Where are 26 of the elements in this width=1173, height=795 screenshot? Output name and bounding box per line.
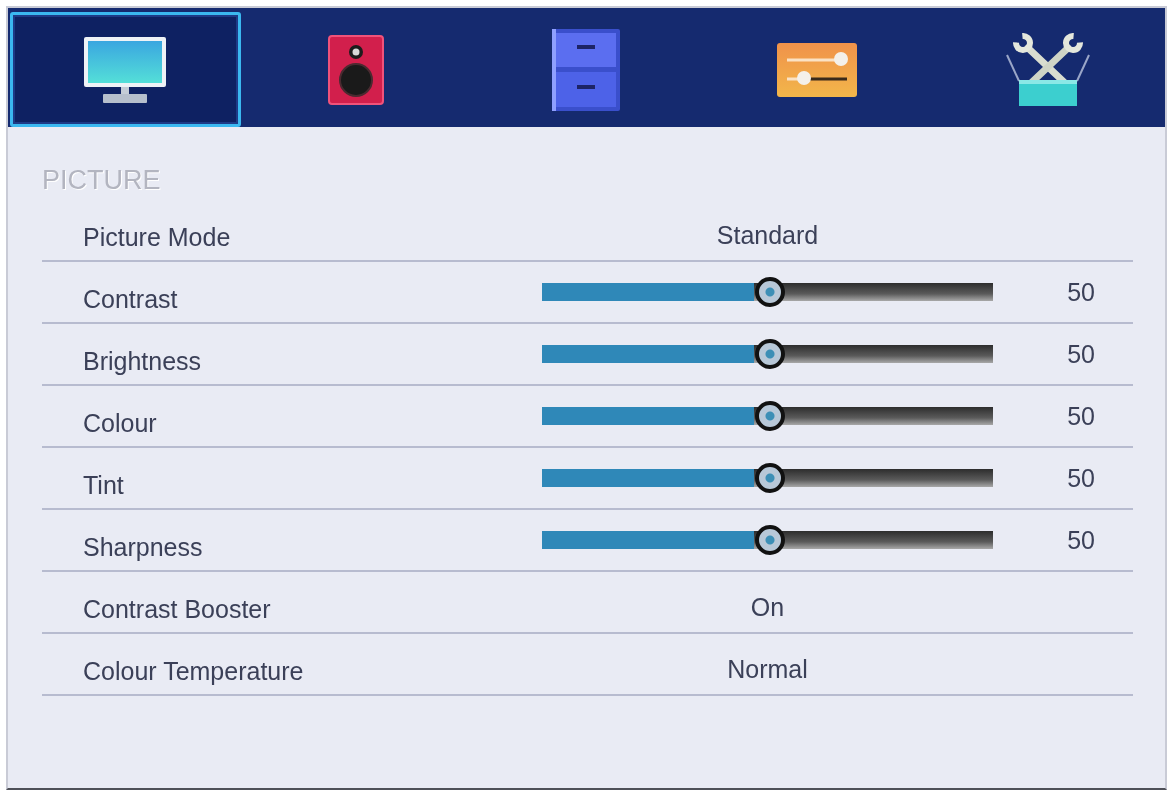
slider-value: 50 — [1066, 463, 1096, 493]
slider-thumb[interactable] — [754, 463, 785, 493]
slider-thumb[interactable] — [754, 339, 785, 369]
slider-thumb[interactable] — [754, 525, 785, 555]
monitor-icon — [83, 35, 168, 104]
setting-value: Normal — [726, 653, 809, 684]
sliders-icon — [777, 42, 858, 97]
slider-value: 50 — [1066, 277, 1096, 307]
speaker-icon — [327, 34, 384, 105]
setting-label: Colour Temperature — [82, 655, 305, 686]
setting-label: Contrast — [82, 283, 179, 314]
setting-label: Tint — [82, 469, 125, 500]
slider-value: 50 — [1066, 525, 1096, 555]
setting-value: Standard — [715, 219, 820, 250]
slider-value: 50 — [1066, 401, 1096, 431]
setting-label: Picture Mode — [82, 221, 232, 252]
setting-label: Contrast Booster — [82, 593, 272, 624]
slider-thumb[interactable] — [754, 401, 785, 431]
setting-label: Brightness — [82, 345, 203, 376]
slider-value: 50 — [1066, 339, 1096, 369]
setting-label: Colour — [82, 407, 158, 438]
menu-tab[interactable] — [10, 12, 241, 127]
setting-label: Sharpness — [82, 531, 204, 562]
drawers-icon — [552, 28, 621, 111]
setting-value: On — [749, 591, 786, 622]
slider-thumb[interactable] — [754, 277, 785, 307]
